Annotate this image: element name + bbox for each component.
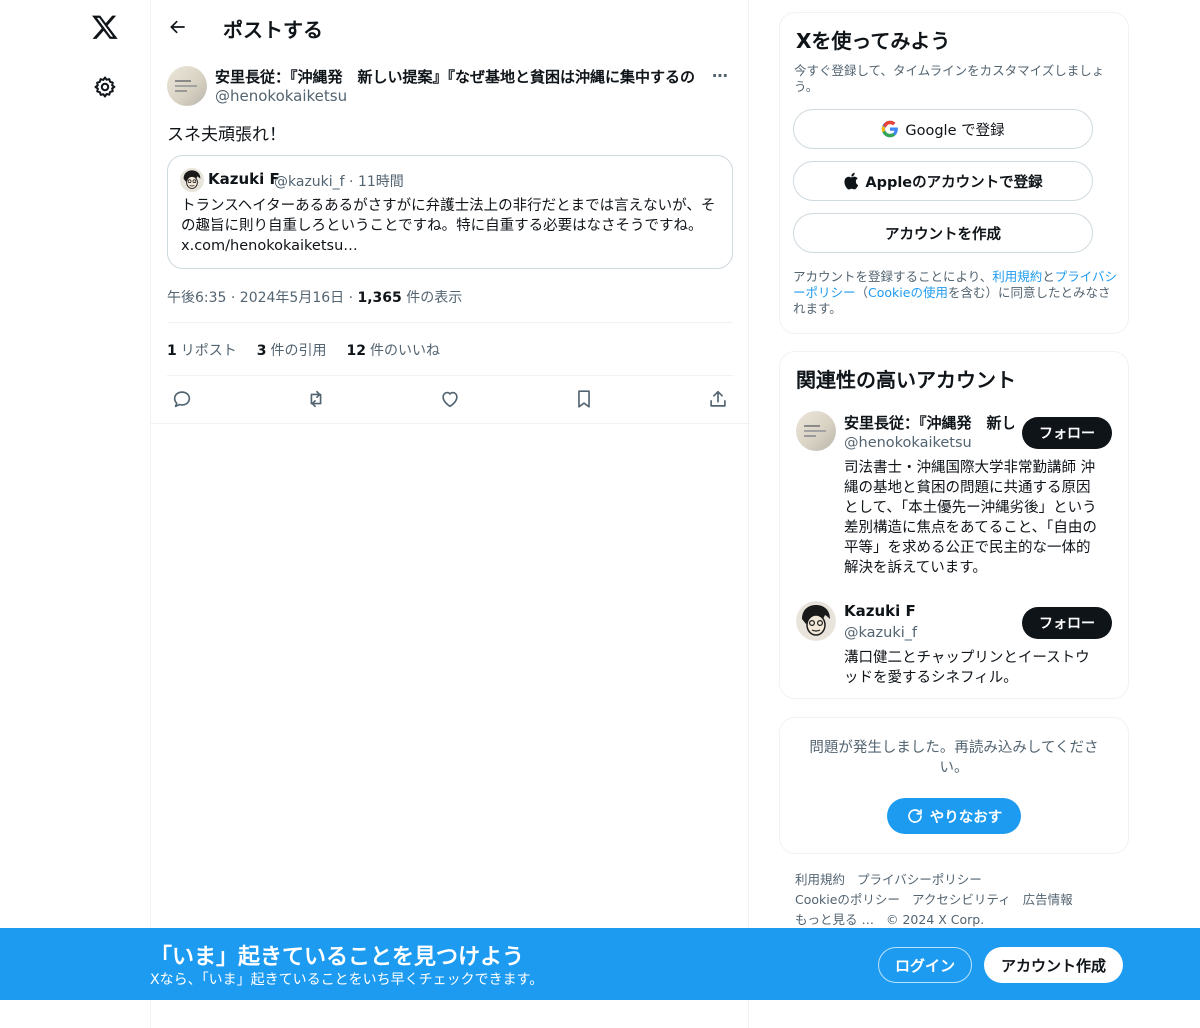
- quote-author-name: Kazuki F: [208, 170, 280, 188]
- reposts-count: 1: [167, 343, 177, 359]
- quotes-count: 3: [256, 343, 267, 359]
- cookie-link[interactable]: Cookieの使用: [868, 285, 948, 300]
- signup-card: Xを使ってみよう 今すぐ登録して、タイムラインをカスタマイズしましょう。 Goo…: [779, 12, 1129, 334]
- apple-icon: [843, 172, 859, 190]
- related-title: 関連性の高いアカウント: [796, 368, 1016, 392]
- follow-button[interactable]: フォロー: [1022, 607, 1112, 639]
- legal-text-2: と: [1042, 269, 1055, 284]
- reply-icon[interactable]: [167, 385, 197, 413]
- apple-signup-button[interactable]: Appleのアカウントで登録: [793, 161, 1093, 201]
- reposts-label: リポスト: [180, 343, 237, 359]
- account-avatar[interactable]: [796, 411, 836, 451]
- like-icon[interactable]: [435, 385, 465, 413]
- views-count: 1,365: [357, 290, 402, 306]
- retry-button[interactable]: やりなおす: [887, 798, 1021, 834]
- legal-text: アカウントを登録することにより、利用規約とプライバシーポリシー（Cookieの使…: [793, 269, 1121, 317]
- quotes-stat[interactable]: 3 件の引用: [257, 340, 327, 360]
- gear-icon[interactable]: [90, 72, 120, 102]
- action-bar: [167, 385, 733, 413]
- bottom-bar-subtitle: Xなら、「いま」起きていることをいち早くチェックできます。: [150, 972, 544, 988]
- quotes-label: 件の引用: [270, 343, 327, 359]
- post-timestamp: 午後6:35 · 2024年5月16日 · 1,365 件の表示: [167, 287, 462, 307]
- footer-link[interactable]: 利用規約: [795, 872, 845, 887]
- top-bar: ポストする: [151, 0, 750, 54]
- footer: 利用規約 プライバシーポリシー Cookieのポリシー アクセシビリティ 広告情報 も…: [795, 870, 1115, 930]
- divider: [167, 322, 733, 323]
- account-bio: 司法書士・沖縄国際大学非常勤講師 沖縄の基地と貧困の問題に共通する原因として、「…: [844, 460, 1097, 576]
- author-handle[interactable]: @henokokaiketsu: [215, 87, 347, 105]
- main-column: ポストする 安里長従：『沖縄発 新しい提案』『なぜ基地と貧困は沖縄に集中するの …: [150, 0, 750, 1028]
- error-card: 問題が発生しました。再読み込みしてください。 やりなおす: [779, 717, 1129, 854]
- google-icon: [881, 120, 899, 138]
- signup-title: Xを使ってみよう: [796, 29, 951, 53]
- likes-label: 件のいいね: [369, 343, 440, 359]
- author-name[interactable]: 安里長従：『沖縄発 新しい提案』『なぜ基地と貧困は沖縄に集中するの: [215, 66, 705, 87]
- x-logo-icon[interactable]: [88, 10, 122, 44]
- bottom-bar-title: 「いま」起きていることを見つけよう: [150, 945, 525, 970]
- related-accounts-card: 関連性の高いアカウント 安里長従：『沖縄発 新しい提案』 @henokokaik…: [779, 351, 1129, 699]
- terms-link[interactable]: 利用規約: [992, 269, 1042, 284]
- reposts-stat[interactable]: 1 リポスト: [167, 340, 237, 360]
- share-icon[interactable]: [703, 385, 733, 413]
- likes-stat[interactable]: 12 件のいいね: [347, 340, 440, 360]
- quote-meta: @kazuki_f · 11時間: [274, 174, 404, 190]
- post-header: 安里長従：『沖縄発 新しい提案』『なぜ基地と貧困は沖縄に集中するの @henok…: [167, 64, 735, 108]
- account-bio: 溝口健二とチャップリンとイーストウッドを愛するシネフィル。: [844, 650, 1090, 686]
- repost-icon[interactable]: [301, 385, 331, 413]
- bookmark-icon[interactable]: [569, 385, 599, 413]
- apple-signup-label: Appleのアカウントで登録: [865, 174, 1043, 191]
- legal-text-3: （: [855, 285, 869, 300]
- create-account-button[interactable]: アカウントを作成: [793, 213, 1093, 253]
- divider: [167, 375, 733, 376]
- quote-avatar: [180, 168, 204, 192]
- footer-link[interactable]: プライバシーポリシー: [857, 872, 982, 887]
- left-nav: [0, 0, 150, 1028]
- create-account-label: アカウントを作成: [885, 226, 1001, 243]
- retry-label: やりなおす: [929, 809, 1003, 826]
- back-arrow-icon[interactable]: [163, 12, 193, 42]
- refresh-icon: [906, 807, 924, 825]
- divider: [151, 423, 750, 424]
- google-signup-label: Google で登録: [905, 122, 1005, 139]
- post-stats: 1 リポスト 3 件の引用 12 件のいいね: [167, 340, 440, 360]
- account-name[interactable]: Kazuki F: [844, 602, 1014, 620]
- google-signup-button[interactable]: Google で登録: [793, 109, 1093, 149]
- footer-link[interactable]: Cookieのポリシー: [795, 892, 900, 907]
- signup-subtitle: 今すぐ登録して、タイムラインをカスタマイズしましょう。: [794, 63, 1105, 94]
- account-handle[interactable]: @kazuki_f: [844, 625, 917, 641]
- error-message: 問題が発生しました。再読み込みしてください。: [809, 740, 1099, 776]
- account-avatar[interactable]: [796, 601, 836, 641]
- views-label: 件の表示: [406, 290, 463, 306]
- signup-button[interactable]: アカウント作成: [984, 947, 1123, 983]
- copyright: © 2024 X Corp.: [885, 912, 985, 927]
- footer-link[interactable]: 広告情報: [1023, 892, 1073, 907]
- login-button[interactable]: ログイン: [878, 947, 972, 983]
- likes-count: 12: [346, 343, 366, 359]
- footer-link[interactable]: アクセシビリティ: [912, 892, 1011, 907]
- account-handle[interactable]: @henokokaiketsu: [844, 435, 972, 451]
- quoted-post[interactable]: Kazuki F @kazuki_f · 11時間 トランスヘイターあるあるがさ…: [167, 155, 733, 269]
- author-avatar[interactable]: [167, 66, 207, 106]
- post-text: スネ夫頑張れ！: [167, 125, 286, 145]
- quote-text: トランスヘイターあるあるがさすがに弁護士法上の非行だとまでは言えないが、その趣旨…: [181, 198, 716, 254]
- bottom-signup-bar: 「いま」起きていることを見つけよう Xなら、「いま」起きていることをいち早くチェ…: [0, 928, 1200, 1000]
- page-title: ポストする: [223, 18, 323, 42]
- legal-text-1: アカウントを登録することにより、: [793, 269, 993, 284]
- footer-link[interactable]: もっと見る …: [795, 912, 874, 927]
- more-icon[interactable]: ⋯: [707, 66, 733, 86]
- follow-button[interactable]: フォロー: [1022, 417, 1112, 449]
- account-name[interactable]: 安里長従：『沖縄発 新しい提案』: [844, 412, 1014, 433]
- post-time[interactable]: 午後6:35 · 2024年5月16日 ·: [167, 290, 358, 306]
